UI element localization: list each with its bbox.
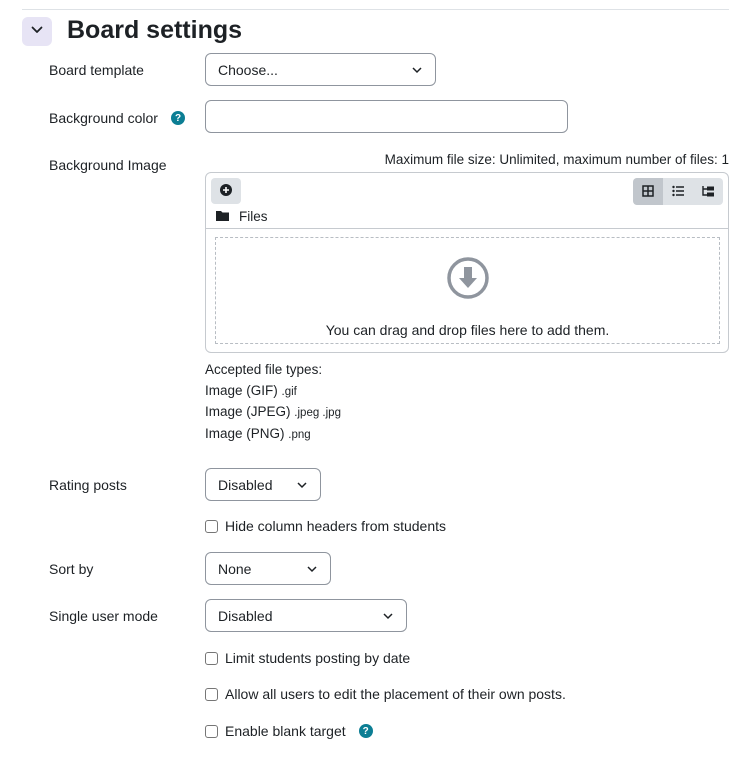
chevron-down-icon	[306, 563, 318, 575]
single-user-mode-value: Disabled	[218, 607, 273, 624]
rating-posts-value: Disabled	[218, 476, 273, 493]
allow-edit-placement-checkbox[interactable]	[205, 687, 218, 701]
rating-posts-select[interactable]: Disabled	[205, 468, 321, 501]
hide-headers-row: Hide column headers from students	[205, 518, 446, 534]
section-divider	[22, 9, 729, 10]
view-icons-button[interactable]	[633, 178, 663, 205]
max-file-size-text: Maximum file size: Unlimited, maximum nu…	[384, 152, 729, 167]
background-color-label: Background color	[49, 110, 158, 126]
limit-posting-label: Limit students posting by date	[225, 650, 411, 666]
collapse-section-button[interactable]	[22, 17, 52, 46]
sort-by-select[interactable]: None	[205, 552, 331, 585]
drop-zone-text: You can drag and drop files here to add …	[325, 322, 610, 338]
sort-by-label: Sort by	[49, 561, 94, 577]
board-template-value: Choose...	[218, 61, 278, 78]
grid-icon	[642, 184, 654, 200]
sort-by-value: None	[218, 560, 252, 577]
accepted-title: Accepted file types:	[205, 362, 323, 377]
file-type-jpeg: Image (JPEG) .jpeg .jpg	[205, 404, 341, 419]
files-divider	[206, 228, 728, 229]
background-image-label: Background Image	[49, 157, 167, 173]
add-file-button[interactable]	[211, 178, 241, 204]
chevron-down-icon	[382, 610, 394, 622]
board-template-label: Board template	[49, 62, 144, 78]
hide-headers-checkbox[interactable]	[205, 519, 218, 533]
folder-tree-icon	[701, 184, 715, 200]
blank-target-label: Enable blank target	[225, 723, 346, 739]
files-path-label[interactable]: Files	[239, 209, 268, 224]
view-mode-group	[633, 178, 723, 205]
drop-zone[interactable]: You can drag and drop files here to add …	[215, 237, 720, 344]
hide-headers-label: Hide column headers from students	[225, 518, 446, 534]
chevron-down-icon	[411, 64, 423, 76]
download-circle-icon	[446, 257, 489, 302]
accepted-file-types: Accepted file types: Image (GIF) .gif Im…	[205, 360, 341, 445]
file-type-png: Image (PNG) .png	[205, 425, 311, 441]
view-list-button[interactable]	[663, 178, 693, 205]
help-icon[interactable]: ?	[358, 724, 373, 738]
plus-circle-icon	[220, 183, 232, 199]
section-title: Board settings	[67, 16, 243, 44]
rating-posts-label: Rating posts	[49, 477, 127, 493]
limit-posting-row: Limit students posting by date	[205, 650, 410, 666]
allow-edit-placement-row: Allow all users to edit the placement of…	[205, 686, 566, 702]
file-manager: Files You can drag and drop files here t…	[205, 172, 729, 353]
board-template-select[interactable]: Choose...	[205, 53, 436, 86]
view-tree-button[interactable]	[693, 178, 723, 205]
chevron-down-icon	[30, 23, 44, 40]
limit-posting-checkbox[interactable]	[205, 651, 218, 665]
chevron-down-icon	[296, 479, 308, 491]
list-icon	[671, 184, 685, 200]
single-user-mode-label: Single user mode	[49, 608, 158, 624]
help-icon[interactable]: ?	[171, 111, 185, 125]
file-type-gif: Image (GIF) .gif	[205, 382, 297, 398]
blank-target-checkbox[interactable]	[205, 724, 218, 738]
files-breadcrumb: Files	[216, 209, 268, 224]
background-color-input[interactable]	[205, 100, 568, 133]
folder-icon	[216, 209, 229, 224]
allow-edit-placement-label: Allow all users to edit the placement of…	[225, 686, 566, 702]
single-user-mode-select[interactable]: Disabled	[205, 599, 407, 632]
blank-target-row: Enable blank target ?	[205, 723, 373, 739]
